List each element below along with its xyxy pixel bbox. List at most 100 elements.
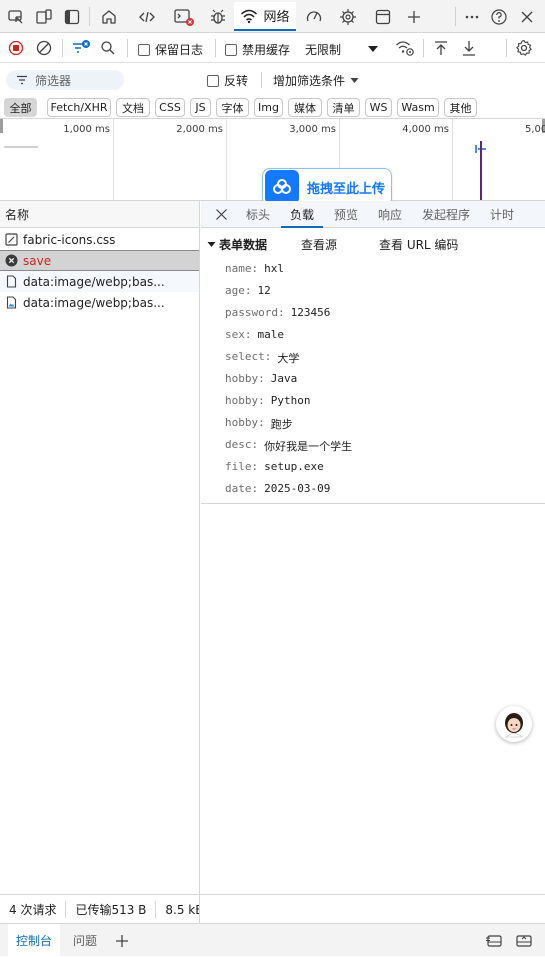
- type-filter-media[interactable]: 媒体: [288, 98, 322, 117]
- stop-recording-icon[interactable]: [7, 39, 25, 57]
- device-emulation-icon[interactable]: [31, 2, 57, 31]
- form-field: file: setup.exe: [225, 460, 324, 473]
- help-icon[interactable]: [486, 2, 512, 31]
- form-field: password: 123456: [225, 306, 330, 319]
- filter-row: 筛选器 反转 增加筛选条件: [0, 63, 545, 95]
- type-filter-doc[interactable]: 文档: [116, 98, 150, 117]
- tab-network-label: 网络: [263, 10, 290, 25]
- more-options-icon[interactable]: [459, 2, 485, 31]
- filter-placeholder: 筛选器: [35, 73, 72, 88]
- memory-chip-icon[interactable]: [334, 2, 362, 31]
- welcome-home-icon[interactable]: [95, 2, 123, 31]
- filter-toggle-icon[interactable]: [70, 38, 92, 58]
- request-row[interactable]: data:image/webp;bas...: [0, 292, 199, 313]
- form-field-value: 123456: [290, 306, 331, 319]
- type-filter-css[interactable]: CSS: [155, 98, 185, 117]
- more-filters-dropdown[interactable]: 增加筛选条件: [273, 72, 359, 89]
- form-field-key: date:: [225, 482, 259, 495]
- search-icon[interactable]: [99, 39, 117, 57]
- wifi-icon: [240, 8, 258, 24]
- disable-cache-label: 禁用缓存: [242, 43, 291, 57]
- form-field: desc: 你好我是一个学生: [225, 438, 352, 454]
- close-devtools-icon[interactable]: [514, 2, 540, 31]
- application-window-icon[interactable]: [369, 2, 397, 31]
- dock-side-icon[interactable]: [59, 2, 85, 31]
- tab-headers[interactable]: 标头: [241, 201, 275, 228]
- tab-network[interactable]: 网络: [234, 2, 296, 31]
- view-url-encoded-link[interactable]: 查看 URL 编码: [379, 236, 458, 253]
- stylesheet-icon: [5, 233, 18, 246]
- preserve-log-box[interactable]: [138, 43, 150, 56]
- name-column-header[interactable]: 名称: [0, 201, 199, 228]
- type-filter-js[interactable]: JS: [190, 98, 211, 117]
- inspect-element-icon[interactable]: [3, 2, 29, 31]
- request-row[interactable]: data:image/webp;bas...: [0, 271, 199, 292]
- chevron-down-icon: [350, 77, 359, 84]
- invert-checkbox[interactable]: 反转: [207, 72, 248, 89]
- tab-preview[interactable]: 预览: [329, 201, 363, 228]
- dock-drawer-icon[interactable]: [484, 924, 504, 957]
- form-field-key: file:: [225, 460, 259, 473]
- type-filter-other[interactable]: 其他: [444, 98, 477, 117]
- more-filters-label: 增加筛选条件: [273, 74, 346, 88]
- add-drawer-tab-icon[interactable]: [113, 924, 131, 957]
- throttle-value: 无限制: [305, 43, 342, 57]
- detail-status-area: [200, 894, 545, 923]
- sources-bug-icon[interactable]: [204, 2, 232, 31]
- timeline-tick-label: 4,000 ms: [402, 124, 449, 135]
- type-filter-ws[interactable]: WS: [365, 98, 392, 117]
- close-drawer-icon[interactable]: [514, 924, 534, 957]
- timeline-left-handle[interactable]: [0, 119, 3, 133]
- type-filter-font[interactable]: 字体: [216, 98, 249, 117]
- export-har-icon[interactable]: [460, 39, 478, 57]
- form-field: sex: male: [225, 328, 284, 341]
- network-conditions-icon[interactable]: [395, 39, 415, 57]
- form-field-key: hobby:: [225, 372, 265, 385]
- assistant-avatar[interactable]: [496, 706, 532, 742]
- view-source-link[interactable]: 查看源: [301, 236, 337, 253]
- type-filter-img[interactable]: Img: [254, 98, 283, 117]
- preserve-log-label: 保留日志: [155, 43, 204, 57]
- settings-gear-icon[interactable]: [514, 38, 534, 58]
- close-detail-icon[interactable]: [209, 201, 233, 228]
- request-row[interactable]: fabric-icons.css: [0, 229, 199, 250]
- timeline-tick-label: 3,000 ms: [289, 124, 336, 135]
- form-field-value: 大学: [277, 352, 300, 365]
- drawer-tab-console[interactable]: 控制台: [8, 924, 61, 957]
- throttle-dropdown-icon[interactable]: [366, 42, 380, 56]
- disable-cache-box[interactable]: [225, 43, 237, 56]
- type-filter-wasm[interactable]: Wasm: [397, 98, 439, 117]
- disable-cache-checkbox[interactable]: 禁用缓存: [225, 41, 290, 58]
- type-filter-fetch-xhr[interactable]: Fetch/XHR: [47, 98, 111, 117]
- preserve-log-checkbox[interactable]: 保留日志: [138, 41, 203, 58]
- clear-log-icon[interactable]: [35, 39, 53, 57]
- drawer-tab-issues[interactable]: 问题: [73, 924, 97, 957]
- type-filter-manifest[interactable]: 清单: [327, 98, 360, 117]
- form-field-value: 12: [257, 284, 271, 297]
- form-field-key: password:: [225, 306, 285, 319]
- request-name: data:image/webp;bas...: [23, 295, 165, 310]
- invert-box[interactable]: [207, 74, 219, 87]
- form-data-toggle[interactable]: 表单数据: [207, 236, 267, 253]
- form-field: hobby: 跑步: [225, 416, 293, 432]
- tab-response[interactable]: 响应: [373, 201, 407, 228]
- request-row-selected[interactable]: save: [0, 250, 199, 271]
- form-field: date: 2025-03-09: [225, 482, 330, 495]
- form-field-value: 你好我是一个学生: [264, 440, 353, 453]
- performance-gauge-icon[interactable]: [300, 2, 328, 31]
- form-field-value: male: [257, 328, 285, 341]
- tab-initiator[interactable]: 发起程序: [417, 201, 475, 228]
- request-list: 名称 fabric-icons.css save data:image/webp…: [0, 201, 200, 894]
- filter-input[interactable]: 筛选器: [6, 70, 124, 90]
- import-har-icon[interactable]: [432, 39, 450, 57]
- add-tab-plus-icon[interactable]: [400, 2, 428, 31]
- elements-code-icon[interactable]: [133, 2, 161, 31]
- type-filter-all[interactable]: 全部: [4, 98, 37, 117]
- request-name: fabric-icons.css: [23, 232, 116, 247]
- tab-payload[interactable]: 负载: [281, 201, 323, 228]
- tab-timing[interactable]: 计时: [485, 201, 519, 228]
- throttle-select[interactable]: 无限制: [305, 41, 341, 58]
- devtools-tab-bar: 网络: [0, 0, 545, 33]
- request-name: data:image/webp;bas...: [23, 274, 165, 289]
- console-error-icon[interactable]: [170, 2, 198, 31]
